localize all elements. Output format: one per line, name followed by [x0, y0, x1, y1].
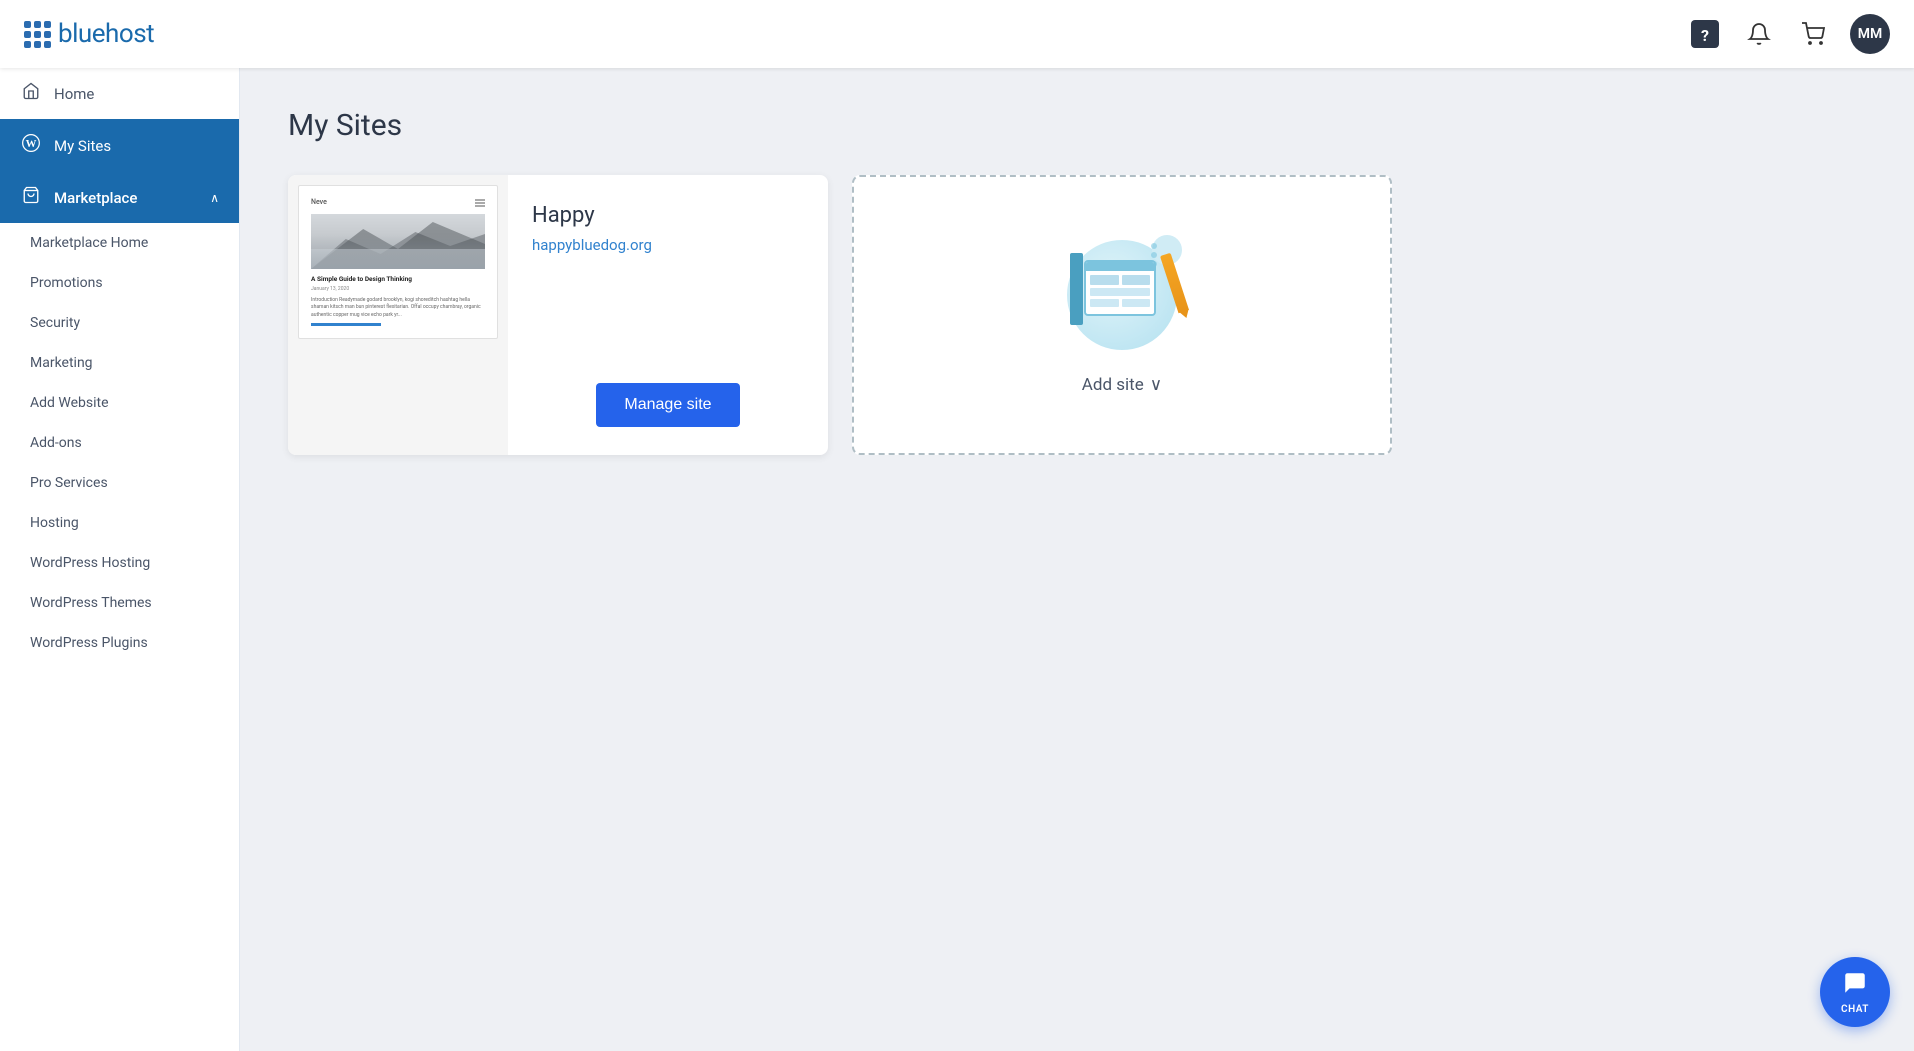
help-icon[interactable]: ?: [1688, 17, 1722, 51]
logo[interactable]: bluehost: [24, 19, 154, 49]
sidebar-add-ons-label: Add-ons: [30, 435, 82, 451]
add-site-text: Add site: [1082, 375, 1144, 395]
cart-icon[interactable]: [1796, 17, 1830, 51]
preview-bar: [311, 323, 381, 326]
logo-grid-icon: [24, 21, 50, 47]
sidebar-pro-services-label: Pro Services: [30, 475, 108, 491]
chat-button[interactable]: CHAT: [1820, 957, 1890, 1027]
sidebar-marketplace-label: Marketplace: [54, 189, 137, 207]
wordpress-icon: W: [20, 133, 42, 158]
sidebar-wordpress-hosting-label: WordPress Hosting: [30, 555, 150, 571]
layout: Home W My Sites Marketplace ∧: [0, 68, 1914, 1051]
sidebar-item-add-website[interactable]: Add Website: [0, 383, 239, 423]
sidebar-item-security[interactable]: Security: [0, 303, 239, 343]
preview-article-body: Introduction Readymade godard brooklyn, …: [311, 297, 485, 320]
sidebar-wordpress-themes-label: WordPress Themes: [30, 595, 152, 611]
cards-grid: Neve: [288, 175, 1866, 455]
preview-article-date: January 13, 2020: [311, 286, 485, 293]
manage-site-button[interactable]: Manage site: [596, 383, 739, 427]
sidebar-item-wordpress-themes[interactable]: WordPress Themes: [0, 583, 239, 623]
add-site-card[interactable]: Add site ∨: [852, 175, 1392, 455]
preview-content: Neve: [298, 185, 498, 339]
avatar[interactable]: MM: [1850, 14, 1890, 54]
sidebar-marketing-label: Marketing: [30, 355, 93, 371]
site-info: Happy happybluedog.org Manage site: [508, 175, 828, 455]
add-site-chevron-icon: ∨: [1150, 375, 1162, 395]
sidebar-item-marketplace-home[interactable]: Marketplace Home: [0, 223, 239, 263]
preview-article-title: A Simple Guide to Design Thinking: [311, 275, 485, 284]
sidebar-item-marketing[interactable]: Marketing: [0, 343, 239, 383]
site-url[interactable]: happybluedog.org: [532, 236, 804, 254]
sidebar-item-wordpress-plugins[interactable]: WordPress Plugins: [0, 623, 239, 663]
sidebar-item-add-ons[interactable]: Add-ons: [0, 423, 239, 463]
sidebar-wordpress-plugins-label: WordPress Plugins: [30, 635, 148, 651]
header-actions: ? MM: [1688, 14, 1890, 54]
sidebar-marketplace-home-label: Marketplace Home: [30, 235, 148, 251]
svg-text:?: ?: [1701, 26, 1709, 45]
sidebar-marketplace-header[interactable]: Marketplace ∧: [0, 172, 239, 223]
page-title: My Sites: [288, 108, 1866, 143]
add-site-illustration: [1052, 235, 1192, 355]
sidebar-promotions-label: Promotions: [30, 275, 103, 291]
sidebar: Home W My Sites Marketplace ∧: [0, 68, 240, 1051]
sidebar-item-home[interactable]: Home: [0, 68, 239, 119]
header: bluehost ? MM: [0, 0, 1914, 68]
bag-icon: [20, 186, 42, 209]
logo-text: bluehost: [58, 19, 154, 49]
sidebar-item-pro-services[interactable]: Pro Services: [0, 463, 239, 503]
preview-mountain-image: [311, 214, 485, 269]
site-preview: Neve: [288, 175, 508, 455]
sidebar-my-sites-label: My Sites: [54, 137, 111, 155]
site-name: Happy: [532, 203, 804, 228]
sidebar-item-promotions[interactable]: Promotions: [0, 263, 239, 303]
sidebar-add-website-label: Add Website: [30, 395, 109, 411]
home-icon: [20, 82, 42, 105]
chevron-up-icon: ∧: [210, 191, 219, 205]
sidebar-home-label: Home: [54, 85, 94, 103]
notification-icon[interactable]: [1742, 17, 1776, 51]
main-content: My Sites Neve: [240, 68, 1914, 1051]
sidebar-item-my-sites[interactable]: W My Sites: [0, 119, 239, 172]
sidebar-item-hosting[interactable]: Hosting: [0, 503, 239, 543]
sidebar-hosting-label: Hosting: [30, 515, 79, 531]
chat-label: CHAT: [1841, 1004, 1869, 1015]
site-card: Neve: [288, 175, 828, 455]
preview-neve-label: Neve: [311, 198, 327, 208]
sidebar-security-label: Security: [30, 315, 80, 331]
add-site-label: Add site ∨: [1082, 375, 1162, 395]
sidebar-item-wordpress-hosting[interactable]: WordPress Hosting: [0, 543, 239, 583]
svg-text:W: W: [26, 138, 37, 150]
preview-menu-icon: [475, 199, 485, 207]
chat-icon: [1842, 970, 1868, 1002]
